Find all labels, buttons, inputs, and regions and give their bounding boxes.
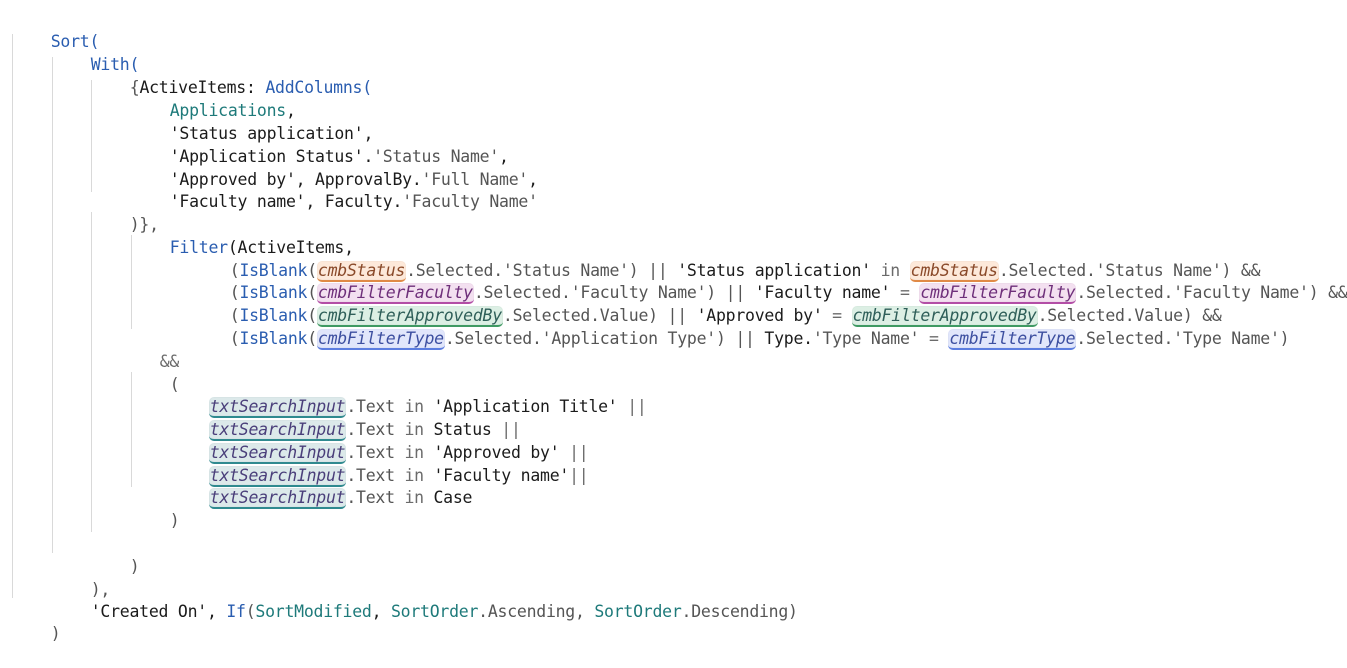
code-line-16: ( — [131, 350, 180, 394]
code-line-20: txtSearchInput.Text in 'Faculty name'|| — [170, 441, 589, 487]
code-line-13: (IsBlank(cmbFilterApprovedBy.Selected.Va… — [191, 281, 1222, 327]
indent-guide — [12, 34, 13, 598]
code-line-12: (IsBlank(cmbFilterFaculty.Selected.'Facu… — [191, 258, 1347, 304]
or-operator: || — [627, 397, 647, 416]
paren: ( — [307, 329, 317, 348]
field-token: 'Faculty Name' — [402, 192, 538, 211]
code-text: .Text — [346, 488, 405, 507]
code-line-25: ), — [52, 555, 111, 599]
code-line-4: Applications, — [131, 76, 296, 120]
case-token: Case — [423, 488, 473, 507]
if-function: If — [226, 602, 246, 621]
in-operator: in — [404, 488, 424, 507]
code-line-21: txtSearchInput.Text in Case — [170, 463, 472, 509]
code-line-11: (IsBlank(cmbStatus.Selected.'Status Name… — [191, 236, 1261, 282]
code-text: .Descending) — [681, 602, 798, 621]
code-line-10: Filter(ActiveItems, — [131, 213, 354, 257]
paren: ( — [245, 602, 256, 621]
control-reference-cmbfiltertype[interactable]: cmbFilterType — [316, 329, 445, 350]
code-line-18: txtSearchInput.Text in Status || — [170, 395, 521, 441]
indent-guide — [91, 212, 92, 532]
paren: ( — [362, 78, 372, 97]
code-text: .Selected.'Application Type') || — [444, 329, 765, 348]
code-text: .Ascending, — [478, 602, 595, 621]
sortorder-enum: SortOrder — [594, 602, 682, 621]
sortorder-enum: SortOrder — [391, 602, 479, 621]
dot: . — [392, 192, 403, 211]
indent-guide — [52, 57, 53, 553]
code-line-19: txtSearchInput.Text in 'Approved by' || — [170, 418, 589, 464]
control-reference-cmbfiltertype[interactable]: cmbFilterType — [948, 329, 1077, 350]
or-operator: || — [569, 466, 589, 485]
control-reference-txtsearchinput[interactable]: txtSearchInput — [208, 488, 347, 509]
equals-operator: = — [919, 329, 949, 348]
paren: ) — [169, 511, 180, 530]
code-line-2: With( — [52, 30, 140, 74]
paren: ) — [129, 557, 140, 576]
code-line-22: ) — [131, 486, 180, 530]
code-line-15: && — [121, 327, 180, 371]
code-text: .Selected.'Type Name') — [1076, 329, 1290, 348]
string-token: 'Faculty name' — [169, 192, 306, 211]
field-token: 'Type Name' — [812, 329, 920, 348]
code-line-5: 'Status application', — [131, 99, 374, 143]
string-token: 'Created On' — [90, 602, 207, 621]
code-line-24: ) — [91, 532, 140, 576]
paren: ) — [50, 624, 61, 643]
code-line-7: 'Approved by', ApprovalBy.'Full Name', — [131, 145, 538, 189]
isblank-function: IsBlank — [239, 329, 308, 348]
code-line-8: 'Faculty name', Faculty.'Faculty Name' — [131, 167, 538, 211]
code-line-3: {ActiveItems: AddColumns( — [91, 53, 372, 97]
code-line-14: (IsBlank(cmbFilterType.Selected.'Applica… — [191, 304, 1290, 350]
comma: , — [371, 602, 391, 621]
faculty-token: Faculty — [324, 192, 393, 211]
code-line-27: ) — [12, 599, 61, 643]
formula-editor[interactable]: Sort( With( {ActiveItems: AddColumns( Ap… — [0, 0, 1347, 643]
comma: , — [206, 602, 227, 621]
code-line-6: 'Application Status'.'Status Name', — [131, 122, 509, 166]
code-line-1: Sort( — [12, 7, 100, 51]
comma: , — [305, 192, 325, 211]
code-line-9: )}, — [91, 190, 159, 234]
paren: ( — [229, 329, 240, 348]
type-token: Type. — [764, 329, 813, 348]
sortmodified-variable: SortModified — [255, 602, 372, 621]
code-line-26: 'Created On', If(SortModified, SortOrder… — [52, 577, 798, 621]
code-line-17: txtSearchInput.Text in 'Application Titl… — [170, 372, 647, 418]
